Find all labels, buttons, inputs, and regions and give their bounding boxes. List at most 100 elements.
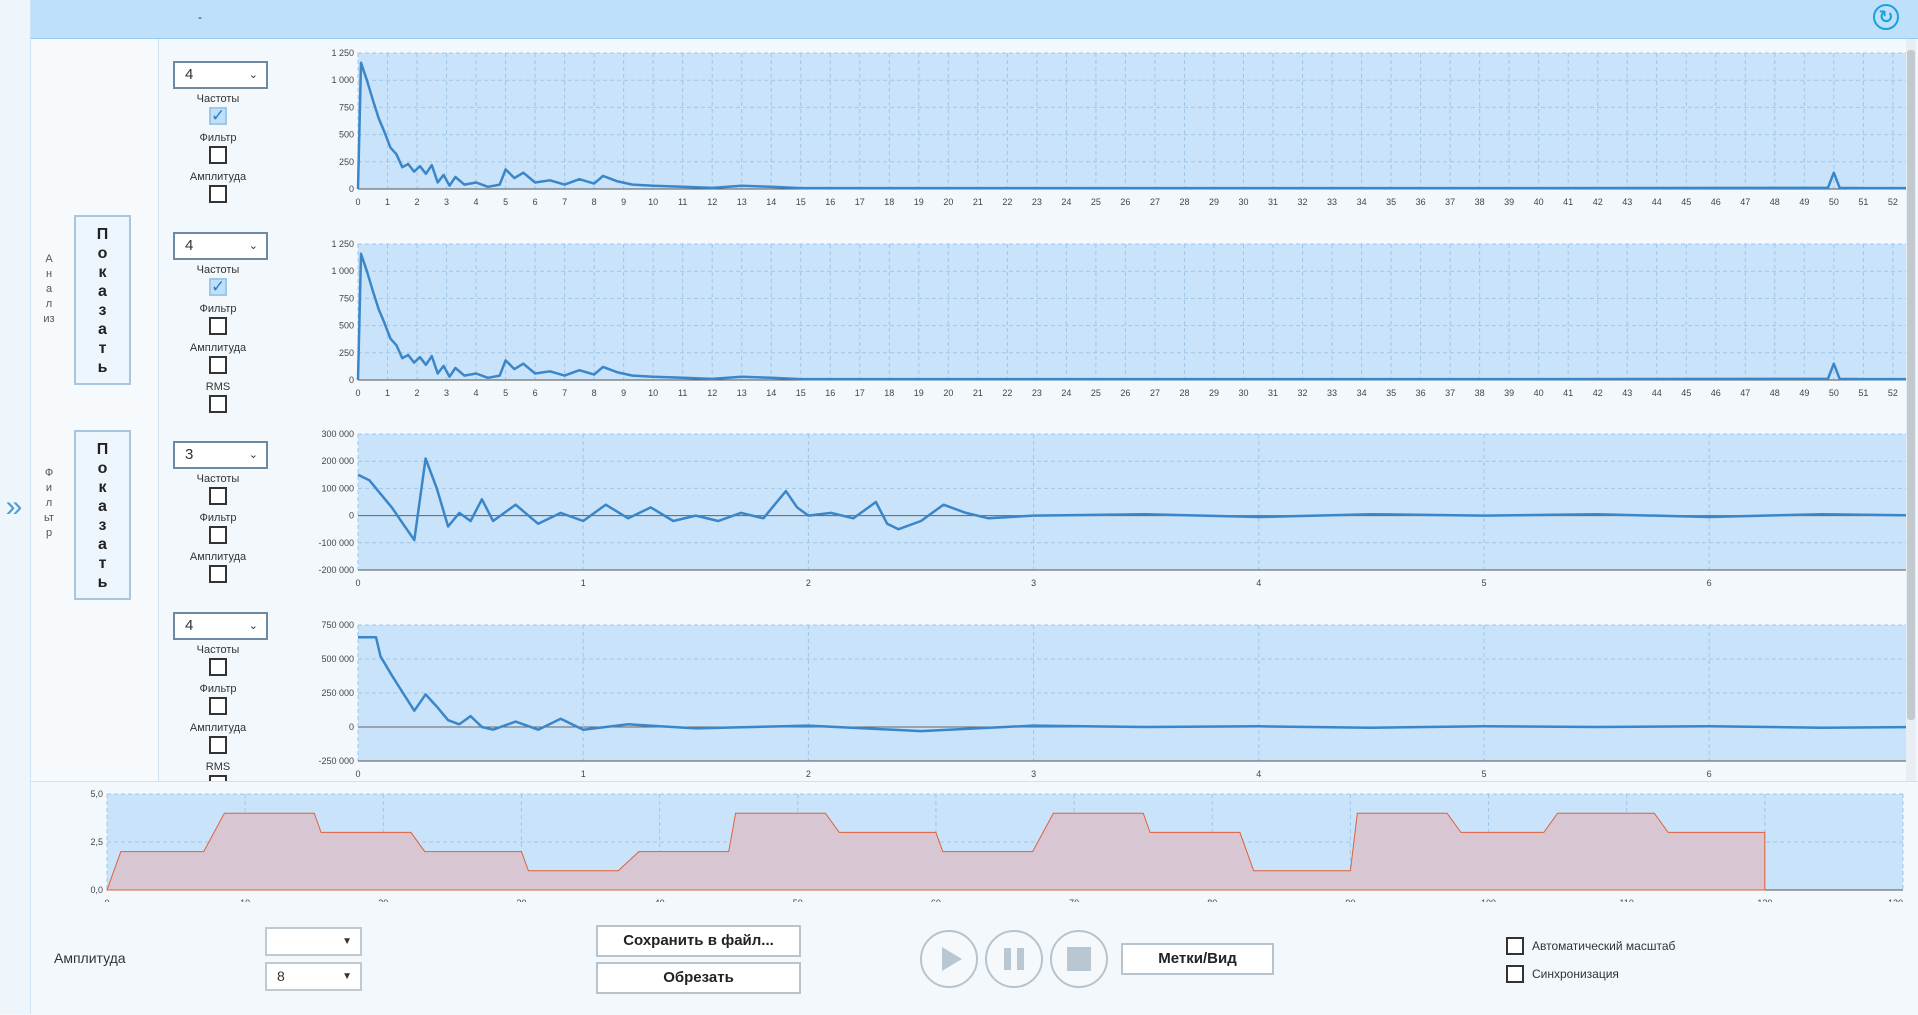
option-label: RMS — [205, 381, 231, 393]
channel-combo-3[interactable]: 3 ⌄ — [173, 441, 268, 469]
x-tick-label: 80 — [1207, 898, 1217, 902]
x-tick-label: 46 — [1711, 388, 1721, 398]
x-tick-label: 25 — [1091, 197, 1101, 207]
x-tick-label: 52 — [1888, 197, 1898, 207]
y-tick-label: 500 000 — [321, 654, 354, 664]
y-tick-label: 1 000 — [331, 75, 354, 85]
x-tick-label: 24 — [1061, 388, 1071, 398]
plot-area[interactable] — [358, 434, 1908, 570]
y-tick-label: 750 000 — [321, 620, 354, 630]
auto-scale-label: Автоматический масштаб — [1532, 939, 1676, 953]
option-checkbox[interactable] — [209, 185, 227, 203]
option-label: Фильтр — [199, 132, 237, 144]
x-tick-label: 34 — [1357, 197, 1367, 207]
x-tick-label: 5 — [503, 388, 508, 398]
option-checkbox[interactable] — [209, 146, 227, 164]
x-tick-label: 3 — [1031, 769, 1036, 779]
channel-combo-2[interactable]: 4 ⌄ — [173, 232, 268, 260]
title-bar — [30, 0, 1918, 39]
x-tick-label: 60 — [931, 898, 941, 902]
option-checkbox[interactable] — [209, 317, 227, 335]
channel-combo-4[interactable]: 4 ⌄ — [173, 612, 268, 640]
filter-label: Фильтр — [44, 467, 54, 539]
x-tick-label: 1 — [581, 769, 586, 779]
pause-button[interactable] — [985, 930, 1043, 988]
chart-spectrum-1: 02505007501 0001 2500 1 2 3 4 5 6 7 8 9 10 11 12 13 14… — [331, 48, 1908, 207]
y-tick-label: 750 — [339, 293, 354, 303]
x-tick-label: 32 — [1298, 197, 1308, 207]
x-tick-label: 29 — [1209, 197, 1219, 207]
show-filter-button[interactable]: Показать — [74, 430, 131, 600]
x-tick-label: 28 — [1179, 197, 1189, 207]
expand-icon[interactable]: » — [0, 490, 28, 524]
option-checkbox[interactable] — [209, 526, 227, 544]
option-checkbox[interactable] — [209, 565, 227, 583]
x-tick-label: 0 — [355, 197, 360, 207]
profile-chart: 0,0 2,5 5,0 0 10 20 30 40 50 60 70 80 90 100 110 120 130 — [90, 789, 1904, 902]
option-checkbox[interactable] — [209, 395, 227, 413]
option-checkbox[interactable] — [209, 487, 227, 505]
refresh-icon[interactable]: ↻ — [1873, 4, 1899, 30]
x-tick-label: 30 — [1238, 197, 1248, 207]
option-checkbox[interactable] — [209, 697, 227, 715]
x-tick-label: 34 — [1357, 388, 1367, 398]
option-label: Частоты — [196, 264, 240, 276]
x-tick-label: 22 — [1002, 388, 1012, 398]
option-label: Фильтр — [199, 512, 237, 524]
chevron-down-icon: ⌄ — [248, 69, 258, 81]
x-tick-label: 17 — [855, 197, 865, 207]
x-tick-label: 47 — [1740, 197, 1750, 207]
scrollbar-thumb[interactable] — [1907, 50, 1915, 720]
channel-combo-value: 4 — [185, 237, 194, 254]
marks-view-button[interactable]: Метки/Вид — [1121, 943, 1274, 975]
show-filter-label: Показать — [96, 441, 109, 591]
option-checkbox[interactable]: ✓ — [209, 107, 227, 125]
sync-checkbox[interactable] — [1506, 965, 1524, 983]
amplitude-dropdown-1[interactable]: ▼ — [265, 927, 362, 956]
x-tick-label: 21 — [973, 388, 983, 398]
x-tick-label: 48 — [1770, 388, 1780, 398]
channel-combo-1[interactable]: 4 ⌄ — [173, 61, 268, 89]
pause-icon — [1004, 948, 1024, 970]
x-tick-label: 31 — [1268, 197, 1278, 207]
x-tick-label: 42 — [1593, 197, 1603, 207]
channel-combo-value: 3 — [185, 446, 194, 463]
channel-controls: 4 ⌄ Частоты ✓ Фильтр Амплитуда 4 ⌄ Частоты ✓ Фильт… — [158, 39, 308, 793]
save-to-file-button[interactable]: Сохранить в файл... — [596, 925, 801, 957]
x-tick-label: 14 — [766, 197, 776, 207]
option-checkbox[interactable] — [209, 356, 227, 374]
show-analysis-button[interactable]: Показать — [74, 215, 131, 385]
x-tick-label: 1 — [385, 388, 390, 398]
x-tick-label: 47 — [1740, 388, 1750, 398]
y-tick-label: 200 000 — [321, 456, 354, 466]
x-tick-label: 42 — [1593, 388, 1603, 398]
chart-signal-1: -200 000 -100 000 0 100 000 200 000 300 000 0 1… — [318, 429, 1908, 588]
option-checkbox[interactable] — [209, 736, 227, 754]
plot-area[interactable] — [358, 53, 1908, 189]
plot-area[interactable] — [358, 244, 1908, 380]
x-tick-label: 29 — [1209, 388, 1219, 398]
x-tick-label: 18 — [884, 388, 894, 398]
cut-button[interactable]: Обрезать — [596, 962, 801, 994]
option-checkbox[interactable] — [209, 658, 227, 676]
x-tick-label: 39 — [1504, 197, 1514, 207]
x-tick-label: 0 — [104, 898, 109, 902]
x-tick-label: 100 — [1481, 898, 1496, 902]
auto-scale-checkbox[interactable] — [1506, 937, 1524, 955]
x-tick-label: 15 — [796, 388, 806, 398]
x-tick-label: 23 — [1032, 197, 1042, 207]
x-tick-label: 1 — [581, 578, 586, 588]
y-tick-label: 2,5 — [90, 837, 103, 847]
x-tick-label: 36 — [1416, 197, 1426, 207]
stop-button[interactable] — [1050, 930, 1108, 988]
x-tick-label: 41 — [1563, 197, 1573, 207]
play-button[interactable] — [920, 930, 978, 988]
x-tick-label: 90 — [1345, 898, 1355, 902]
x-tick-label: 24 — [1061, 197, 1071, 207]
x-tick-label: 13 — [737, 388, 747, 398]
option-checkbox[interactable]: ✓ — [209, 278, 227, 296]
x-tick-label: 3 — [444, 197, 449, 207]
x-tick-label: 51 — [1858, 388, 1868, 398]
x-tick-label: 19 — [914, 388, 924, 398]
amplitude-dropdown-2[interactable]: 8 ▼ — [265, 962, 362, 991]
